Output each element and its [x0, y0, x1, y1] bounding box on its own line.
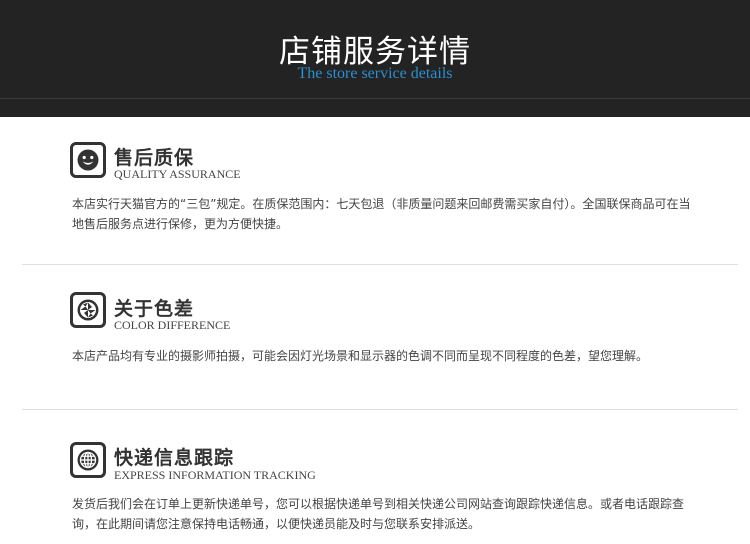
page-subtitle: The store service details: [297, 65, 453, 82]
section-text: 本店产品均有专业的摄影师拍摄，可能会因灯光场景和显示器的色调不同而呈现不同程度的…: [72, 349, 649, 363]
header-banner: 店铺服务详情 The store service details: [0, 0, 750, 117]
aperture-icon: [70, 292, 106, 328]
section-title: 售后质保: [114, 147, 195, 169]
section-title: 关于色差: [114, 298, 195, 320]
section-text: 本店实行天猫官方的“三包”规定。在质保范围内：七天包退（非质量问题来回邮费需买家…: [72, 197, 691, 231]
header-divider: [0, 98, 750, 99]
section-divider: [22, 264, 738, 265]
section-title: 快递信息跟踪: [114, 447, 235, 469]
section-subtitle: EXPRESS INFORMATION TRACKING: [114, 468, 316, 482]
globe-icon: [70, 442, 106, 478]
section-subtitle: COLOR DIFFERENCE: [114, 318, 231, 332]
smiley-icon: [70, 142, 106, 178]
section-divider: [22, 409, 738, 410]
section-subtitle: QUALITY ASSURANCE: [114, 167, 241, 181]
section-text: 发货后我们会在订单上更新快递单号，您可以根据快递单号到相关快递公司网站查询跟踪快…: [72, 497, 685, 531]
